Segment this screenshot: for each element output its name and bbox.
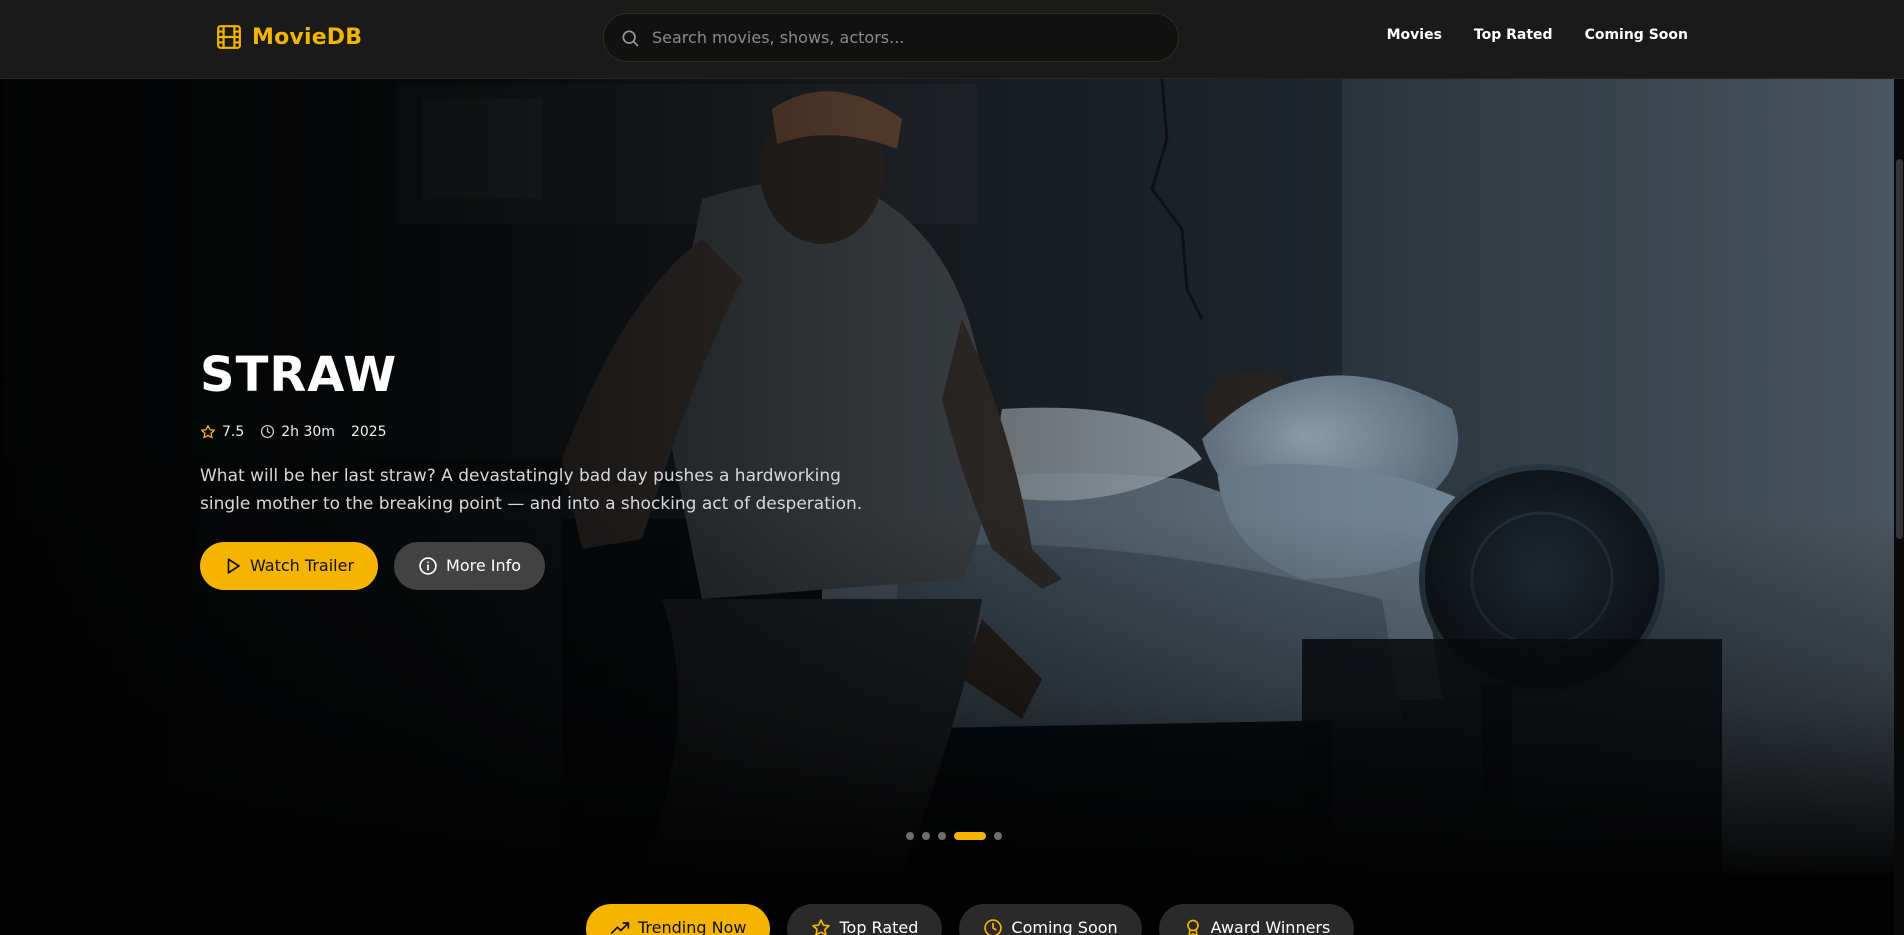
nav-link-movies[interactable]: Movies	[1387, 27, 1442, 43]
carousel-indicators	[906, 832, 1002, 840]
star-icon	[812, 919, 831, 935]
hero-content: STRAW 7.5 2h 30m 2025 What will be her l…	[200, 349, 900, 590]
watch-trailer-button[interactable]: Watch Trailer	[200, 541, 379, 590]
nav-link-top-rated[interactable]: Top Rated	[1474, 27, 1553, 43]
release-year: 2025	[350, 423, 387, 440]
nav-link-coming-soon[interactable]: Coming Soon	[1585, 27, 1688, 43]
watch-trailer-label: Watch Trailer	[250, 556, 355, 576]
tab-award-winners[interactable]: Award Winners	[1158, 904, 1355, 935]
search-icon	[622, 30, 639, 46]
rating-value: 7.5	[222, 423, 245, 440]
top-navigation-bar: MovieDB Movies Top Rated Coming Soon	[0, 0, 1904, 79]
search-input[interactable]	[652, 14, 1178, 61]
star-icon	[201, 424, 215, 439]
more-info-label: More Info	[446, 556, 522, 576]
hero-carousel: STRAW 7.5 2h 30m 2025 What will be her l…	[2, 79, 1904, 873]
tab-coming-soon-label: Coming Soon	[1011, 918, 1118, 935]
carousel-dot[interactable]	[922, 832, 930, 840]
info-icon	[419, 557, 437, 575]
carousel-dot[interactable]	[938, 832, 946, 840]
rating: 7.5	[200, 424, 244, 440]
more-info-button[interactable]: More Info	[394, 541, 546, 590]
hero-title: STRAW	[200, 347, 398, 403]
hero-description: What will be her last straw? A devastati…	[200, 465, 863, 514]
carousel-dot[interactable]	[906, 832, 914, 840]
runtime: 2h 30m	[260, 424, 335, 440]
hero-actions: Watch Trailer More Info	[200, 541, 900, 590]
tab-trending-now[interactable]: Trending Now	[586, 904, 771, 935]
runtime-value: 2h 30m	[281, 423, 335, 440]
film-icon	[217, 25, 241, 49]
tab-trending-now-label: Trending Now	[638, 918, 747, 935]
category-tabs: Trending Now Top Rated Coming Soon Award…	[586, 904, 1355, 935]
tab-coming-soon[interactable]: Coming Soon	[959, 904, 1142, 935]
clock-icon	[984, 919, 1003, 935]
play-icon	[227, 558, 240, 574]
tab-top-rated[interactable]: Top Rated	[787, 904, 943, 935]
hero-meta: 7.5 2h 30m 2025	[200, 424, 900, 440]
award-icon	[1186, 919, 1199, 935]
search-bar	[603, 13, 1179, 62]
clock-icon	[261, 425, 275, 439]
brand-name: MovieDB	[252, 24, 363, 50]
brand-logo[interactable]: MovieDB	[216, 24, 362, 50]
carousel-dot[interactable]	[954, 832, 986, 840]
main-nav: Movies Top Rated Coming Soon	[1387, 27, 1688, 43]
scrollbar-thumb[interactable]	[1896, 159, 1903, 539]
tab-top-rated-label: Top Rated	[839, 918, 919, 935]
carousel-dot[interactable]	[994, 832, 1002, 840]
tab-award-winners-label: Award Winners	[1210, 918, 1331, 935]
trending-up-icon	[610, 922, 630, 934]
page-scrollbar[interactable]	[1894, 79, 1904, 935]
